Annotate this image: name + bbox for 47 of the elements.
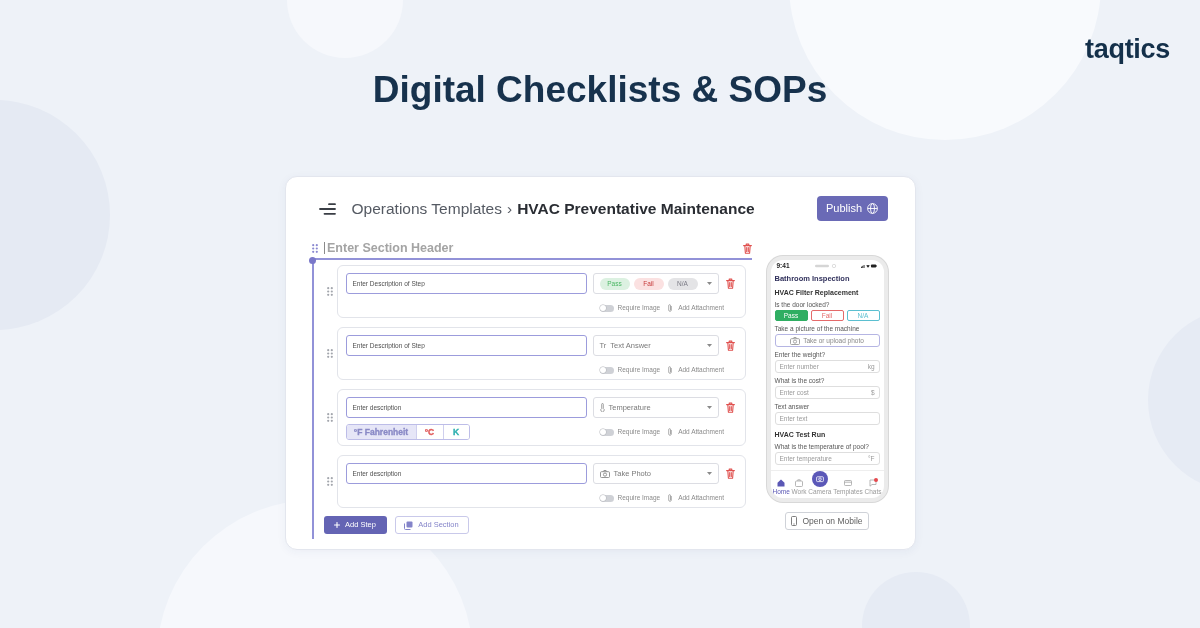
require-image-toggle[interactable]: [599, 494, 614, 502]
trash-icon[interactable]: [725, 468, 735, 479]
trash-icon[interactable]: [725, 340, 735, 351]
trash-icon[interactable]: [725, 278, 735, 289]
thermometer-icon: [599, 403, 605, 412]
drag-handle-icon[interactable]: [311, 243, 318, 253]
trash-icon[interactable]: [742, 242, 752, 254]
drag-handle-icon[interactable]: [326, 413, 333, 422]
unit-option[interactable]: °F Fahrenheit: [346, 425, 417, 440]
plus-icon: [334, 522, 341, 528]
breadcrumb-link[interactable]: Operations Templates: [351, 196, 502, 221]
paperclip-icon: [668, 494, 673, 502]
notch-icon: [814, 263, 837, 268]
paperclip-icon: [668, 428, 673, 436]
open-on-mobile-button[interactable]: Open on Mobile: [785, 512, 869, 530]
caret-icon: [706, 472, 712, 475]
caret-icon: [706, 282, 712, 285]
line-node-icon: [309, 256, 316, 264]
caret-icon: [706, 406, 712, 409]
briefcase-icon: [795, 479, 804, 487]
stacked-squares-icon: [404, 520, 414, 530]
signal-battery-icon: [861, 263, 878, 268]
brand-logo: taqtics: [1085, 34, 1170, 66]
trash-icon[interactable]: [725, 402, 735, 413]
camera-icon: [790, 336, 801, 345]
chat-icon: [868, 479, 877, 487]
publish-button[interactable]: Publish: [816, 196, 888, 221]
section-header-field[interactable]: Enter Section Header: [325, 238, 743, 258]
breadcrumb-current: HVAC Preventative Maintenance: [517, 198, 755, 219]
caret-icon: [706, 344, 712, 347]
phone-icon: [791, 516, 798, 526]
drag-handle-icon[interactable]: [326, 287, 333, 296]
paperclip-icon: [668, 366, 673, 374]
require-image-toggle[interactable]: [599, 304, 614, 312]
home-icon: [777, 479, 786, 487]
page-headline: Digital Checklists & SOPs: [371, 68, 829, 112]
menu-icon[interactable]: [318, 202, 336, 215]
require-image-toggle[interactable]: [599, 428, 614, 436]
paperclip-icon: [668, 304, 673, 312]
require-image-toggle[interactable]: [599, 366, 614, 374]
drag-handle-icon[interactable]: [326, 477, 333, 486]
globe-icon: [867, 203, 879, 214]
camera-icon: [599, 469, 610, 478]
drag-handle-icon[interactable]: [326, 349, 333, 358]
breadcrumb-separator: ›: [507, 198, 513, 219]
document-icon: [843, 479, 852, 487]
camera-action-icon[interactable]: [811, 471, 828, 487]
